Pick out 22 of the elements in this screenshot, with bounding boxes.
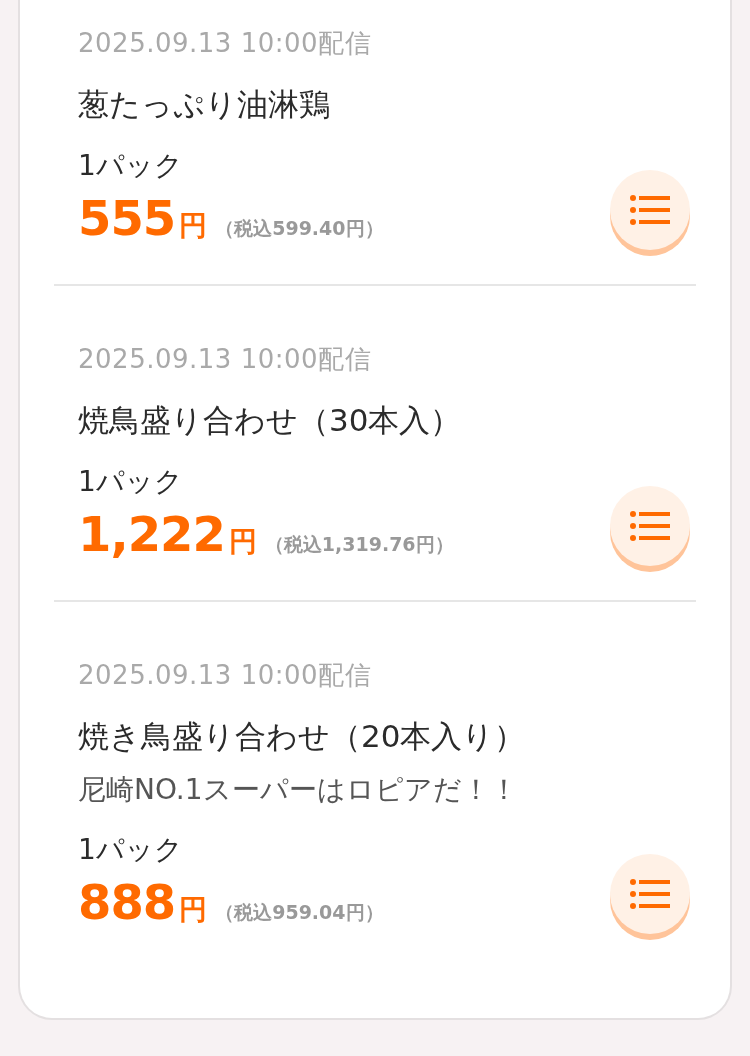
currency-label: 円	[179, 891, 208, 928]
delivery-date: 2025.09.13 10:00配信	[78, 343, 373, 376]
list-icon	[630, 879, 670, 909]
product-name: 焼き鳥盛り合わせ（20本入り）	[78, 717, 527, 756]
unit-label: 1パック	[78, 832, 184, 868]
list-icon	[630, 511, 670, 541]
unit-label: 1パック	[78, 464, 184, 500]
list-icon	[630, 195, 670, 225]
tax-included-price: （税込599.40円）	[215, 215, 384, 241]
delivery-date: 2025.09.13 10:00配信	[78, 659, 373, 692]
product-name: 葱たっぷり油淋鶏	[78, 85, 331, 124]
delivery-date: 2025.09.13 10:00配信	[78, 27, 373, 60]
tax-included-price: （税込1,319.76円）	[264, 531, 454, 557]
product-name: 焼鳥盛り合わせ（30本入）	[78, 401, 463, 440]
price: 555	[78, 191, 176, 244]
price: 888	[78, 875, 176, 928]
product-description: 尼崎NO.1スーパーはロピアだ！！	[78, 772, 519, 808]
currency-label: 円	[228, 523, 257, 560]
tax-included-price: （税込959.04円）	[215, 899, 384, 925]
currency-label: 円	[179, 207, 208, 244]
unit-label: 1パック	[78, 148, 184, 184]
price: 1,222	[78, 507, 225, 560]
